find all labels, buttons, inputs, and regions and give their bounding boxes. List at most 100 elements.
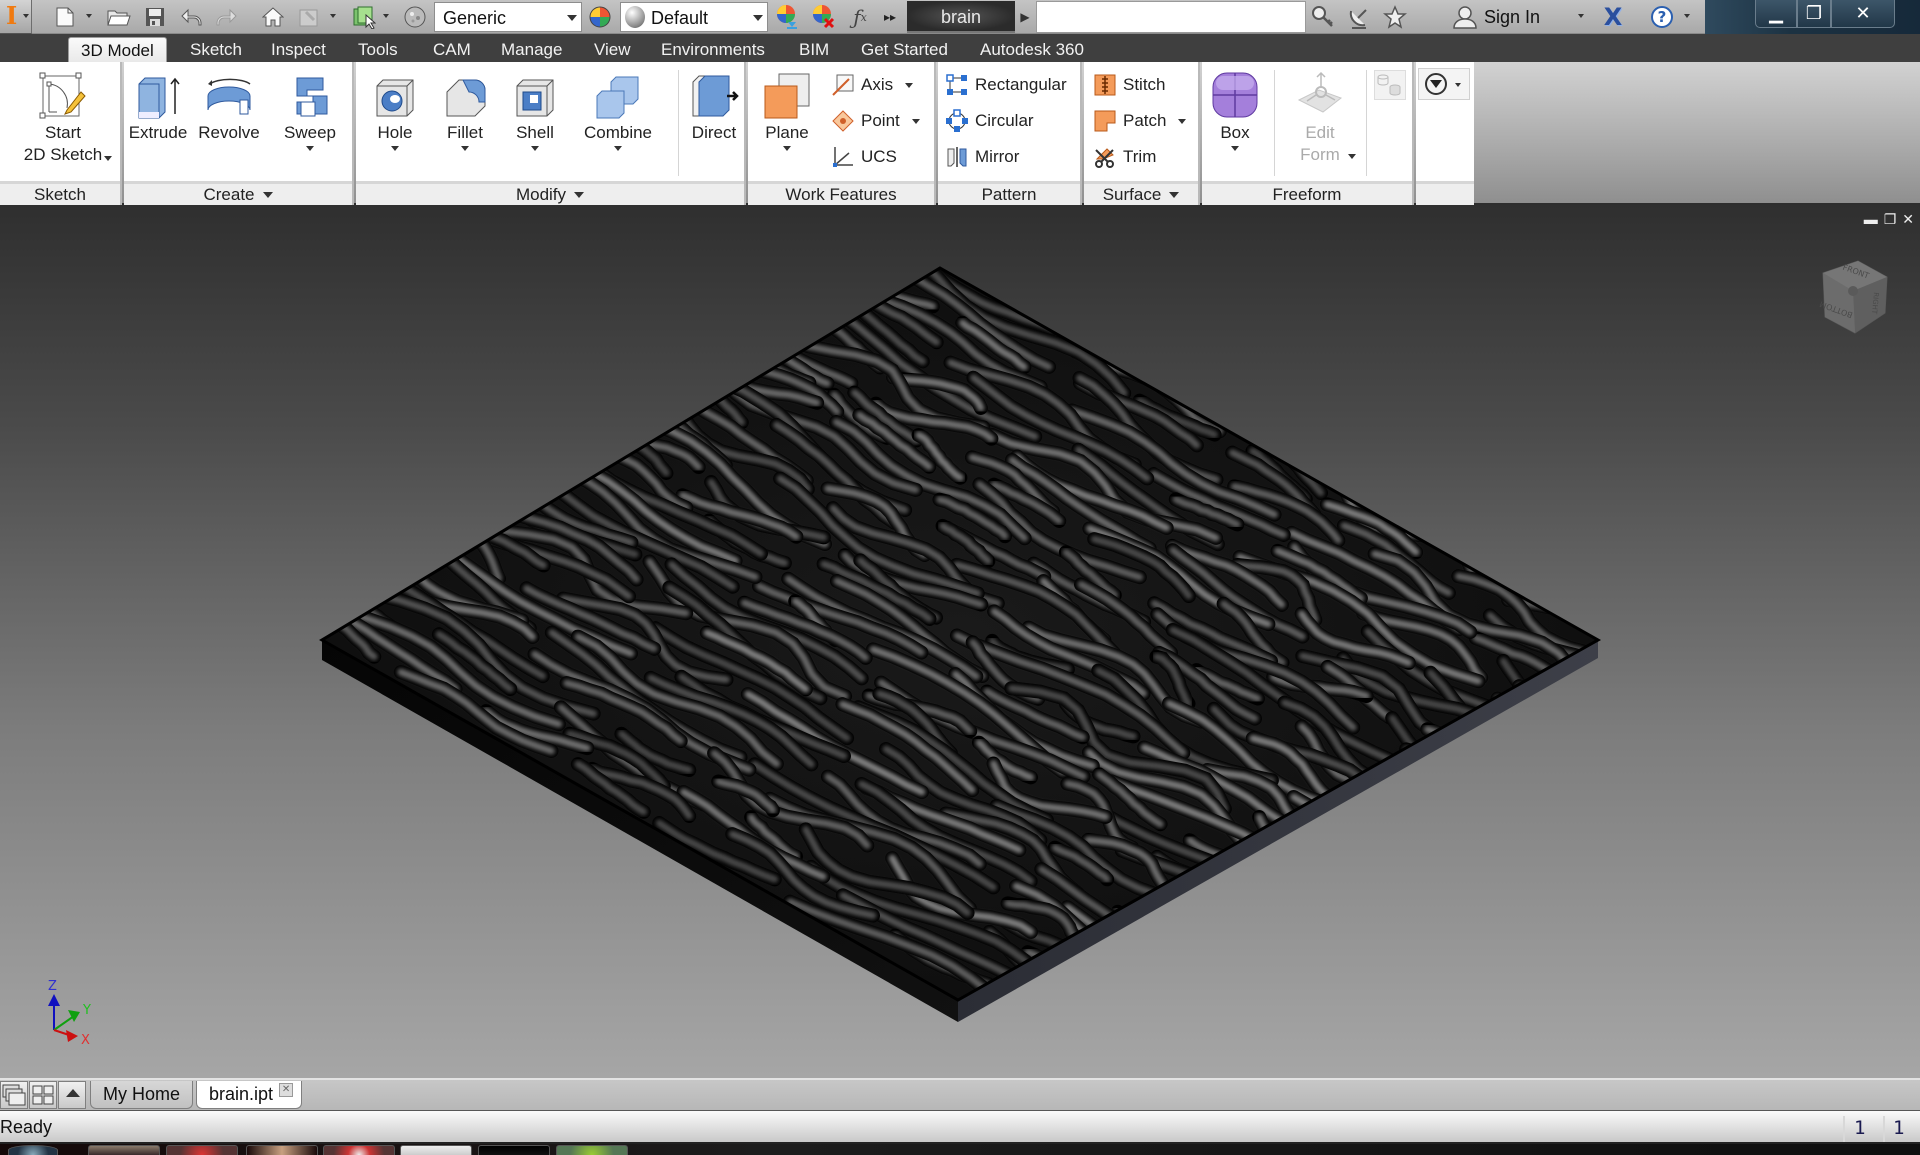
tab-tools[interactable]: Tools [346, 37, 410, 62]
key-icon[interactable] [1308, 4, 1338, 30]
expand-search-icon[interactable]: ▶ [1018, 4, 1032, 30]
hole-button[interactable]: Hole [364, 68, 426, 155]
undo-icon[interactable] [176, 4, 206, 30]
panel-title-freeform-label: Freeform [1272, 185, 1342, 204]
tab-autodesk-360[interactable]: Autodesk 360 [968, 37, 1096, 62]
revolve-button[interactable]: Revolve [194, 68, 264, 144]
new-icon[interactable] [50, 4, 80, 30]
viewcube[interactable]: FRONT BOTTOM RIGHT [1815, 255, 1895, 345]
tab-sketch[interactable]: Sketch [178, 37, 254, 62]
document-list-button[interactable] [58, 1081, 86, 1109]
combine-button[interactable]: Combine [576, 68, 660, 155]
combine-dropdown-arrow[interactable] [614, 146, 622, 155]
patch-button[interactable]: Patch [1092, 106, 1187, 136]
shell-dropdown-arrow[interactable] [531, 146, 539, 155]
new-dropdown-arrow[interactable] [86, 14, 92, 21]
tab-3d-model[interactable]: 3D Model [68, 37, 167, 62]
brain-model[interactable] [0, 205, 1920, 1078]
edit-form-button[interactable]: Edit Form [1282, 68, 1358, 166]
tab-get-started[interactable]: Get Started [849, 37, 960, 62]
edit-form-dropdown-arrow[interactable] [1348, 154, 1356, 163]
color-wheel-icon[interactable] [586, 4, 614, 30]
help-search-input[interactable] [1036, 1, 1306, 33]
mirror-button[interactable]: Mirror [944, 142, 1019, 172]
point-button[interactable]: Point [830, 106, 920, 136]
fillet-button[interactable]: Fillet [434, 68, 496, 155]
graphics-viewport[interactable]: ▬ ❐ ✕ FRONT BOTTOM RIGHT Z Y X [0, 205, 1920, 1078]
material-combo[interactable]: Generic [434, 2, 582, 32]
update-dropdown-arrow[interactable] [330, 14, 336, 21]
tab-inspect[interactable]: Inspect [259, 37, 338, 62]
freeform-box-dropdown-arrow[interactable] [1231, 146, 1239, 155]
update-icon[interactable] [294, 4, 324, 30]
panel-title-modify[interactable]: Modify [356, 181, 744, 205]
taskbar-autodesk360-icon[interactable] [246, 1145, 318, 1155]
axis-button[interactable]: Axis [830, 70, 914, 100]
extrude-button[interactable]: Extrude [128, 68, 188, 144]
cascade-windows-button[interactable] [0, 1081, 28, 1109]
favorites-star-icon[interactable] [1380, 4, 1410, 30]
autodesk-exchange-icon[interactable]: X [1598, 3, 1628, 31]
tile-windows-button[interactable] [29, 1081, 57, 1109]
save-icon[interactable] [140, 4, 170, 30]
start-2d-sketch-button[interactable]: Start 2D Sketch [8, 68, 118, 166]
panel-title-surface[interactable]: Surface [1084, 181, 1198, 205]
panel-pattern: Rectangular Circular Mirror Pattern [938, 62, 1082, 205]
convert-to-freeform-button[interactable] [1374, 70, 1406, 100]
panel-options-button[interactable] [1418, 68, 1470, 100]
panel-title-create[interactable]: Create [124, 181, 352, 205]
close-doc-tab-icon[interactable]: ✕ [279, 1083, 294, 1097]
plane-button[interactable]: Plane [758, 68, 816, 155]
taskbar-app-icon[interactable] [323, 1145, 395, 1155]
start-sketch-dropdown-arrow[interactable] [104, 156, 112, 165]
sign-in-dropdown-arrow[interactable] [1578, 14, 1584, 21]
select-icon[interactable] [349, 4, 379, 30]
minimize-icon[interactable]: ▁ [1755, 0, 1797, 28]
clear-appearance-icon[interactable] [808, 4, 838, 30]
start-button[interactable] [8, 1145, 58, 1155]
tab-environments[interactable]: Environments [649, 37, 777, 62]
restore-icon[interactable]: ❐ [1797, 0, 1831, 28]
panel-work-features: Plane Axis Point UCS Work Features [748, 62, 936, 205]
taskbar-app2-icon[interactable] [478, 1145, 550, 1155]
ucs-button[interactable]: UCS [830, 142, 897, 172]
taskbar-explorer-icon[interactable] [88, 1145, 160, 1155]
fillet-dropdown-arrow[interactable] [461, 146, 469, 155]
taskbar-browser-icon[interactable] [166, 1145, 238, 1155]
open-icon[interactable] [104, 4, 134, 30]
appearance-combo[interactable]: Default [620, 2, 768, 32]
taskbar-app3-icon[interactable] [556, 1145, 628, 1155]
plane-dropdown-arrow[interactable] [783, 146, 791, 155]
sign-in-button[interactable]: Sign In [1452, 4, 1540, 30]
tab-manage[interactable]: Manage [489, 37, 574, 62]
tab-view[interactable]: View [582, 37, 643, 62]
doc-tab-my-home[interactable]: My Home [90, 1081, 194, 1109]
tab-cam[interactable]: CAM [421, 37, 483, 62]
shell-button[interactable]: Shell [504, 68, 566, 155]
adjust-appearance-icon[interactable] [772, 4, 802, 30]
redo-icon[interactable] [212, 4, 242, 30]
stitch-button[interactable]: Stitch [1092, 70, 1166, 100]
direct-edit-button[interactable]: Direct [684, 68, 744, 144]
doc-tab-brain-ipt[interactable]: brain.ipt ✕ [196, 1081, 303, 1109]
satellite-icon[interactable] [1344, 4, 1374, 30]
more-icon[interactable]: ▸▸ [880, 4, 900, 30]
circular-pattern-button[interactable]: Circular [944, 106, 1034, 136]
taskbar-inventor-icon[interactable] [400, 1145, 472, 1155]
parameters-fx-icon[interactable]: ƒx [846, 4, 874, 30]
help-icon[interactable]: ? [1648, 4, 1676, 30]
close-icon[interactable]: ✕ [1831, 0, 1895, 28]
material-sphere-icon[interactable] [400, 4, 430, 30]
sweep-button[interactable]: Sweep [274, 68, 346, 155]
freeform-box-button[interactable]: Box [1206, 68, 1264, 155]
select-dropdown-arrow[interactable] [383, 14, 389, 21]
help-dropdown-arrow[interactable] [1684, 14, 1690, 21]
tab-bim[interactable]: BIM [787, 37, 841, 62]
fillet-label: Fillet [447, 123, 483, 142]
rectangular-pattern-button[interactable]: Rectangular [944, 70, 1067, 100]
sweep-dropdown-arrow[interactable] [306, 146, 314, 155]
home-icon[interactable] [258, 4, 288, 30]
application-menu-button[interactable]: I [0, 0, 32, 34]
trim-button[interactable]: Trim [1092, 142, 1156, 172]
hole-dropdown-arrow[interactable] [391, 146, 399, 155]
